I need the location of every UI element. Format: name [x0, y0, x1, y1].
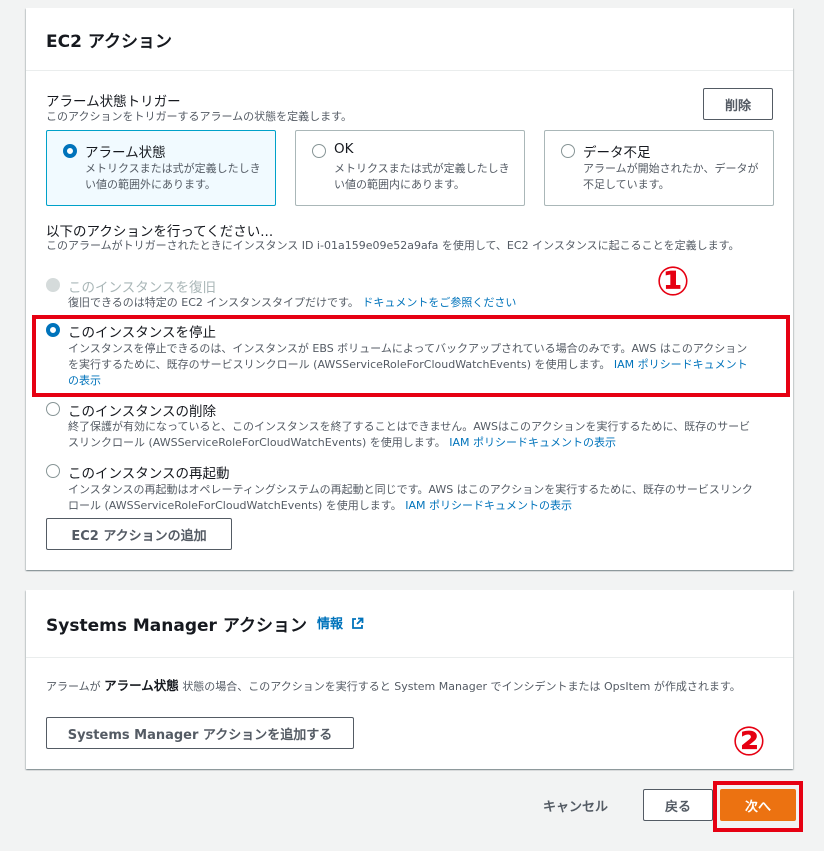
add-ssm-action-button[interactable]: Systems Manager アクションを追加する	[46, 717, 354, 749]
state-radio-alarm[interactable]	[63, 144, 77, 158]
option-title-terminate[interactable]: このインスタンスの削除	[68, 400, 216, 420]
state-label: アラーム状態	[85, 145, 166, 161]
option-radio-recover	[46, 278, 60, 292]
state-label: データ不足	[583, 145, 651, 161]
alarm-state-trigger-label: アラーム状態トリガー	[46, 94, 181, 110]
state-tile-alarm[interactable]: アラーム状態 メトリクスまたは式が定義したしきい値の範囲外にあります。	[46, 130, 276, 206]
ec2-panel-header: EC2 アクション	[26, 8, 793, 71]
ssm-desc-suffix: 状態の場合、このアクションを実行すると System Manager でインシデ…	[182, 680, 741, 693]
ssm-panel-title: Systems Manager アクション	[46, 616, 307, 636]
ssm-desc-bold: アラーム状態	[104, 678, 179, 693]
state-tile-insufficient[interactable]: データ不足 アラームが開始されたか、データが不足しています。	[544, 130, 774, 206]
option-desc-reboot: インスタンスの再起動はオペレーティングシステムの再起動と同じです。AWS はこの…	[68, 482, 758, 514]
ssm-desc-prefix: アラームが	[46, 680, 101, 693]
option-desc-terminate: 終了保護が有効になっていると、このインスタンスを終了することはできません。AWS…	[68, 419, 758, 451]
highlight-next-button	[713, 781, 803, 832]
external-link-icon	[351, 617, 364, 634]
ssm-desc: アラームが アラーム状態 状態の場合、このアクションを実行すると System …	[46, 678, 771, 695]
cancel-button[interactable]: キャンセル	[543, 796, 608, 815]
remove-button[interactable]: 削除	[703, 88, 773, 120]
state-radio-ok[interactable]	[312, 144, 326, 158]
state-label: OK	[334, 141, 354, 157]
info-link[interactable]: 情報	[317, 613, 364, 634]
ssm-actions-panel: Systems Manager アクション 情報 アラームが アラーム状態 状態…	[26, 590, 793, 769]
action-label: 以下のアクションを行ってください...	[46, 224, 274, 240]
back-button[interactable]: 戻る	[643, 789, 713, 821]
iam-policy-link[interactable]: IAM ポリシードキュメントの表示	[449, 436, 616, 449]
option-title-reboot[interactable]: このインスタンスの再起動	[68, 462, 229, 482]
iam-policy-link[interactable]: IAM ポリシードキュメントの表示	[405, 499, 572, 512]
option-desc-text: 終了保護が有効になっていると、このインスタンスを終了することはできません。AWS…	[68, 420, 751, 449]
option-radio-terminate[interactable]	[46, 402, 60, 416]
state-tile-ok[interactable]: OK メトリクスまたは式が定義したしきい値の範囲内にあります。	[295, 130, 525, 206]
info-link-label: 情報	[316, 617, 343, 632]
add-ec2-action-button[interactable]: EC2 アクションの追加	[46, 518, 232, 550]
ec2-panel-title: EC2 アクション	[46, 31, 172, 52]
ssm-panel-header: Systems Manager アクション 情報	[26, 590, 793, 658]
highlight-stop-option	[32, 315, 790, 397]
state-desc: メトリクスまたは式が定義したしきい値の範囲内にあります。	[334, 162, 510, 191]
option-desc-text: 復旧できるのは特定の EC2 インスタンスタイプだけです。	[68, 296, 359, 309]
state-desc: アラームが開始されたか、データが不足しています。	[583, 162, 759, 191]
action-desc: このアラームがトリガーされたときにインスタンス ID i-01a159e09e5…	[46, 239, 740, 252]
state-desc: メトリクスまたは式が定義したしきい値の範囲外にあります。	[85, 162, 261, 191]
docs-link[interactable]: ドキュメントをご参照ください	[362, 296, 516, 309]
state-radio-insufficient[interactable]	[561, 144, 575, 158]
option-title-recover: このインスタンスを復旧	[68, 280, 216, 296]
option-radio-reboot[interactable]	[46, 464, 60, 478]
alarm-state-trigger-desc: このアクションをトリガーするアラームの状態を定義します。	[46, 110, 353, 123]
annotation-marker-2: ②	[732, 719, 766, 765]
option-desc-recover: 復旧できるのは特定の EC2 インスタンスタイプだけです。 ドキュメントをご参照…	[68, 295, 758, 311]
annotation-marker-1: ①	[656, 259, 690, 305]
